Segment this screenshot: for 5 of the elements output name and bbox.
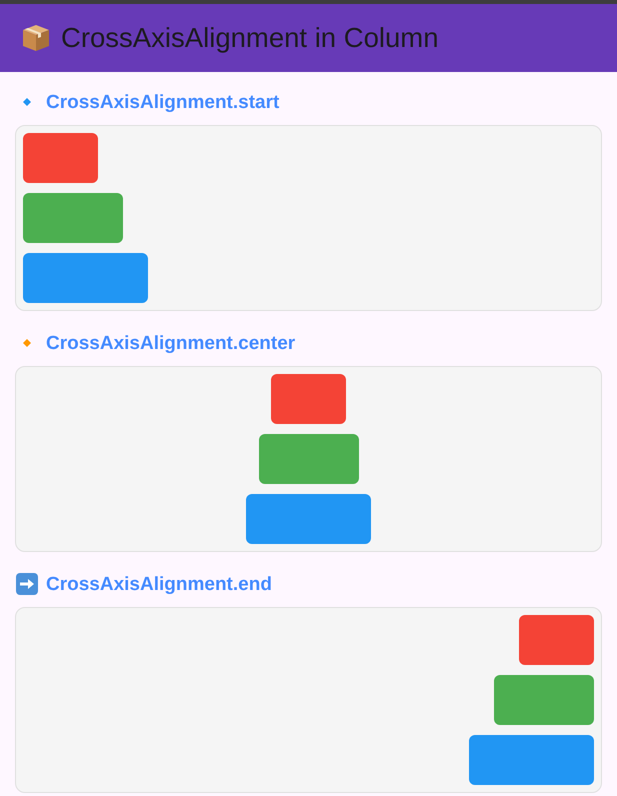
section-heading: CrossAxisAlignment.end	[46, 574, 272, 594]
section-heading: CrossAxisAlignment.center	[46, 334, 296, 352]
app-bar-title: CrossAxisAlignment in Column	[61, 24, 438, 52]
package-box-icon	[21, 23, 51, 53]
section-heading: CrossAxisAlignment.start	[46, 92, 280, 112]
